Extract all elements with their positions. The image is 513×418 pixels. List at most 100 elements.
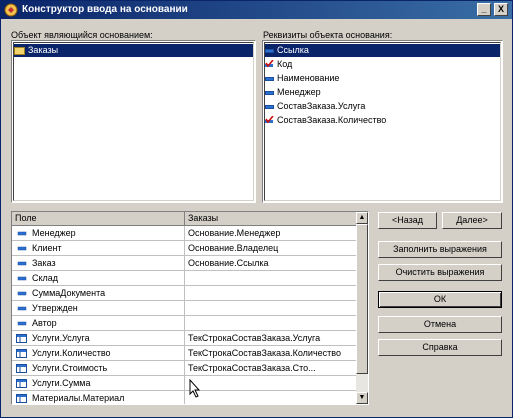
help-button[interactable]: Справка [378,339,502,356]
field-cell[interactable]: Клиент [12,241,185,255]
table-row[interactable]: Менеджер Основание.Менеджер [12,226,358,241]
table-row[interactable]: Материалы.Материал [12,391,358,404]
tree-item-orders[interactable]: Заказы [14,44,253,57]
base-object-tree[interactable]: Заказы [11,40,256,203]
base-object-tree-frame [13,42,254,201]
expression-cell[interactable]: Основание.Менеджер [185,226,357,240]
attribute-icon [17,321,27,326]
field-cell[interactable]: Услуги.Стоимость [12,361,185,375]
attribute-icon [17,231,27,236]
attribute-item-manager[interactable]: Менеджер [265,86,321,99]
close-button[interactable]: X [494,3,508,16]
constructor-window: Конструктор ввода на основании _ X Объек… [0,0,513,418]
tabular-attribute-icon [16,394,27,403]
table-header: Поле Заказы [12,212,358,226]
attribute-icon [17,246,27,251]
fill-expressions-button[interactable]: Заполнить выражения [378,241,502,258]
column-header-field[interactable]: Поле [12,212,185,225]
scroll-down-button[interactable]: ▼ [356,392,368,404]
folder-icon [14,46,25,55]
field-name: Автор [32,318,57,328]
attribute-icon [17,276,27,281]
attribute-icon [265,48,274,53]
attribute-item-label: Наименование [277,73,340,83]
attribute-icon [17,306,27,311]
table-row[interactable]: Услуги.Количество ТекСтрокаСоставЗаказа.К… [12,346,358,361]
field-cell[interactable]: Заказ [12,256,185,270]
tabular-attribute-icon [16,364,27,373]
table-scrollbar[interactable]: ▲ ▼ [356,212,368,404]
attribute-icon [265,104,274,109]
attribute-icon [17,291,27,296]
app-icon [4,3,18,17]
table-row[interactable]: Склад [12,271,358,286]
tabular-attribute-icon [16,379,27,388]
clear-expressions-button[interactable]: Очистить выражения [378,264,502,281]
field-name: Услуги.Сумма [32,378,91,388]
attribute-item-code[interactable]: Код [265,58,292,71]
expression-cell[interactable] [185,376,357,390]
next-button[interactable]: Далее> [442,212,502,229]
table-row[interactable]: Услуги.Сумма [12,376,358,391]
title-bar[interactable]: Конструктор ввода на основании _ X [1,1,512,19]
expression-cell[interactable]: ТекСтрокаСоставЗаказа.Количество [185,346,357,360]
attribute-item-ref[interactable]: Ссылка [265,44,500,57]
field-name: Материалы.Материал [32,393,125,403]
attribute-item-service[interactable]: СоставЗаказа.Услуга [265,100,365,113]
field-cell[interactable]: Автор [12,316,185,330]
table-row[interactable]: Услуги.Услуга ТекСтрокаСоставЗаказа.Услуг… [12,331,358,346]
expression-cell[interactable] [185,286,357,300]
attribute-item-label: СоставЗаказа.Услуга [277,101,366,111]
table-row[interactable]: СуммаДокумента [12,286,358,301]
expression-cell[interactable]: ТекСтрокаСоставЗаказа.Сто... [185,361,357,375]
base-attributes-list[interactable]: Ссылка Код Наименование Менеджер СоставЗ… [262,40,503,203]
scroll-up-button[interactable]: ▲ [356,212,368,224]
field-mapping-table[interactable]: Поле Заказы Менеджер Основание.Менеджер Кл… [11,211,369,405]
expression-cell[interactable] [185,391,357,404]
field-cell[interactable]: Материалы.Материал [12,391,185,404]
attribute-item-label: Менеджер [277,87,321,97]
field-cell[interactable]: Услуги.Количество [12,346,185,360]
field-name: Менеджер [32,228,76,238]
base-object-label: Объект являющийся основанием: [11,30,153,40]
field-cell[interactable]: Услуги.Услуга [12,331,185,345]
tree-item-label: Заказы [28,45,59,55]
attribute-item-quantity[interactable]: СоставЗаказа.Количество [265,114,386,127]
expression-cell[interactable] [185,301,357,315]
field-name: СуммаДокумента [32,288,106,298]
cancel-button[interactable]: Отмена [378,316,502,333]
tabular-attribute-icon [16,334,27,343]
field-cell[interactable]: Услуги.Сумма [12,376,185,390]
checked-attribute-icon [265,116,274,124]
attribute-icon [265,76,274,81]
field-name: Клиент [32,243,62,253]
expression-cell[interactable]: Основание.Ссылка [185,256,357,270]
field-name: Услуги.Количество [32,348,111,358]
field-cell[interactable]: СуммаДокумента [12,286,185,300]
table-row[interactable]: Заказ Основание.Ссылка [12,256,358,271]
checked-attribute-icon [265,60,274,68]
minimize-button[interactable]: _ [477,3,491,16]
field-cell[interactable]: Утвержден [12,301,185,315]
attribute-icon [17,261,27,266]
table-row[interactable]: Утвержден [12,301,358,316]
attribute-item-name[interactable]: Наименование [265,72,339,85]
field-cell[interactable]: Менеджер [12,226,185,240]
field-cell[interactable]: Склад [12,271,185,285]
mouse-cursor-icon [189,379,201,398]
back-button[interactable]: <Назад [378,212,437,229]
expression-cell[interactable]: ТекСтрокаСоставЗаказа.Услуга [185,331,357,345]
field-name: Услуги.Услуга [32,333,90,343]
field-name: Склад [32,273,59,283]
expression-cell[interactable] [185,271,357,285]
column-header-orders[interactable]: Заказы [185,212,358,225]
base-attributes-label: Реквизиты объекта основания: [263,30,393,40]
expression-cell[interactable] [185,316,357,330]
expression-cell[interactable]: Основание.Владелец [185,241,357,255]
table-row[interactable]: Автор [12,316,358,331]
scroll-thumb[interactable] [356,224,368,374]
attribute-icon [265,90,274,95]
ok-button[interactable]: ОК [378,291,502,308]
table-row[interactable]: Клиент Основание.Владелец [12,241,358,256]
table-row[interactable]: Услуги.Стоимость ТекСтрокаСоставЗаказа.Ст… [12,361,358,376]
